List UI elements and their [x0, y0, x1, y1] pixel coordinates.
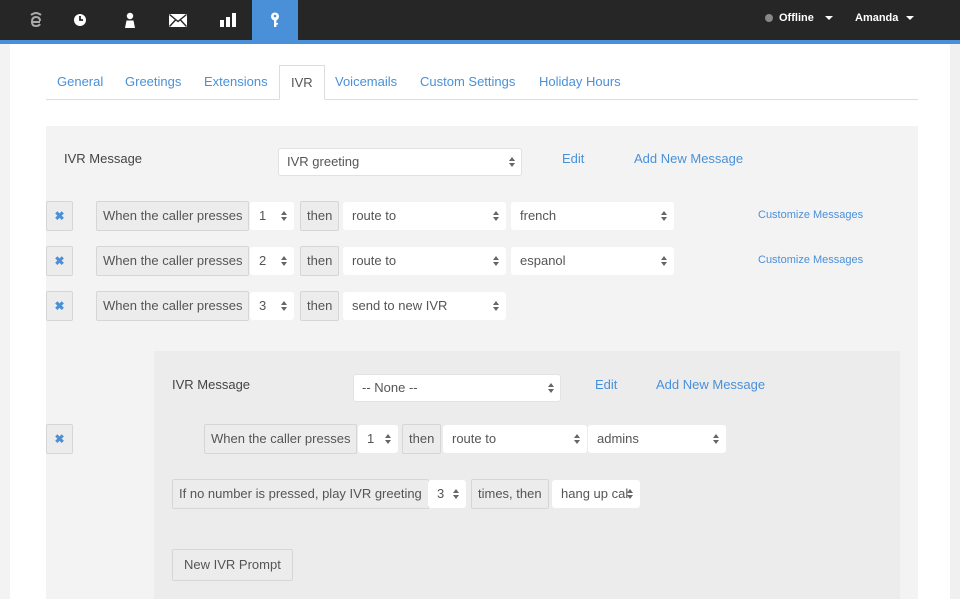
select-arrows-icon: [713, 434, 719, 445]
sub-ivr-message-select[interactable]: -- None --: [353, 374, 561, 402]
tab-general[interactable]: General: [46, 65, 114, 100]
select-arrows-icon: [627, 489, 633, 500]
select-arrows-icon: [493, 301, 499, 312]
key-icon[interactable]: [252, 0, 298, 40]
no-press-label: If no number is pressed, play IVR greeti…: [172, 479, 429, 509]
new-ivr-prompt-button[interactable]: New IVR Prompt: [172, 549, 293, 581]
target-value: admins: [597, 431, 639, 446]
caller-presses-label: When the caller presses: [96, 291, 250, 321]
clock-icon[interactable]: [58, 0, 102, 40]
action-value: route to: [352, 208, 397, 223]
status-label: Offline: [779, 12, 814, 24]
action-select[interactable]: route to: [343, 202, 506, 230]
tab-ivr[interactable]: IVR: [279, 65, 325, 100]
ivr-panel: IVR Message IVR greeting Edit Add New Me…: [46, 126, 918, 599]
ivr-message-label: IVR Message: [64, 151, 143, 166]
tab-greetings[interactable]: Greetings: [114, 65, 192, 100]
status-dot-icon: [765, 14, 773, 22]
sub-edit-message-link[interactable]: Edit: [595, 377, 617, 392]
select-arrows-icon: [574, 434, 580, 445]
select-arrows-icon: [661, 256, 667, 267]
top-navbar: Offline Amanda: [0, 0, 960, 40]
target-select[interactable]: espanol: [511, 247, 674, 275]
action-value: send to new IVR: [352, 298, 448, 313]
scrollbar-track[interactable]: [950, 44, 960, 599]
customize-messages-link[interactable]: Customize Messages: [758, 254, 863, 266]
no-press-action-select[interactable]: hang up cal: [552, 480, 640, 508]
key-select[interactable]: 3: [250, 292, 294, 320]
remove-sub-rule-button[interactable]: ✖: [46, 424, 73, 454]
close-icon: ✖: [54, 432, 65, 446]
sub-add-new-message-link[interactable]: Add New Message: [656, 377, 765, 392]
no-press-action-value: hang up cal: [561, 486, 629, 501]
select-arrows-icon: [661, 211, 667, 222]
action-value: route to: [452, 431, 497, 446]
key-select[interactable]: 1: [250, 202, 294, 230]
ivr-message-value: IVR greeting: [287, 154, 360, 169]
select-arrows-icon: [493, 256, 499, 267]
customize-messages-link[interactable]: Customize Messages: [758, 209, 863, 221]
tab-holiday-hours[interactable]: Holiday Hours: [528, 65, 632, 100]
caller-presses-label: When the caller presses: [96, 201, 250, 231]
key-value: 2: [259, 253, 267, 268]
edit-message-link[interactable]: Edit: [562, 151, 584, 166]
caller-presses-label: When the caller presses: [96, 246, 250, 276]
select-arrows-icon: [453, 489, 459, 500]
close-icon: ✖: [54, 254, 65, 268]
then-label: then: [300, 201, 340, 231]
user-menu[interactable]: Amanda: [855, 12, 915, 24]
select-arrows-icon: [493, 211, 499, 222]
page-content: General Greetings Extensions IVR Voicema…: [10, 44, 950, 599]
tab-voicemails[interactable]: Voicemails: [324, 65, 408, 100]
then-label: then: [402, 424, 442, 454]
key-select[interactable]: 2: [250, 247, 294, 275]
action-select[interactable]: route to: [443, 425, 587, 453]
add-new-message-link[interactable]: Add New Message: [634, 151, 743, 166]
ivr-message-select[interactable]: IVR greeting: [278, 148, 522, 176]
caret-down-icon: [906, 16, 915, 21]
select-arrows-icon: [509, 157, 515, 168]
sub-ivr-panel: IVR Message -- None -- Edit Add New Mess…: [154, 351, 900, 599]
select-arrows-icon: [281, 301, 287, 312]
then-label: then: [300, 246, 340, 276]
select-arrows-icon: [281, 211, 287, 222]
repeat-times-select[interactable]: 3: [428, 480, 466, 508]
target-value: french: [520, 208, 557, 223]
bar-chart-icon[interactable]: [206, 0, 250, 40]
key-value: 1: [259, 208, 267, 223]
remove-rule-button[interactable]: ✖: [46, 201, 73, 231]
key-select[interactable]: 1: [358, 425, 398, 453]
remove-rule-button[interactable]: ✖: [46, 246, 73, 276]
user-name: Amanda: [855, 12, 899, 24]
target-select[interactable]: admins: [588, 425, 726, 453]
logo-icon[interactable]: [14, 0, 58, 40]
caret-down-icon: [824, 16, 833, 20]
remove-rule-button[interactable]: ✖: [46, 291, 73, 321]
key-value: 3: [259, 298, 267, 313]
close-icon: ✖: [54, 209, 65, 223]
target-value: espanol: [520, 253, 566, 268]
target-select[interactable]: french: [511, 202, 674, 230]
status-dropdown[interactable]: Offline: [765, 12, 833, 24]
select-arrows-icon: [385, 434, 391, 445]
tab-custom-settings[interactable]: Custom Settings: [409, 65, 526, 100]
action-select[interactable]: send to new IVR: [343, 292, 506, 320]
tab-bar: General Greetings Extensions IVR Voicema…: [46, 65, 918, 100]
repeat-times-value: 3: [437, 486, 445, 501]
close-icon: ✖: [54, 299, 65, 313]
key-value: 1: [367, 431, 375, 446]
select-arrows-icon: [548, 383, 554, 394]
times-then-label: times, then: [471, 479, 549, 509]
user-icon[interactable]: [108, 0, 152, 40]
tab-extensions[interactable]: Extensions: [193, 65, 279, 100]
caller-presses-label: When the caller presses: [204, 424, 358, 454]
sub-ivr-message-value: -- None --: [362, 380, 418, 395]
action-select[interactable]: route to: [343, 247, 506, 275]
action-value: route to: [352, 253, 397, 268]
select-arrows-icon: [281, 256, 287, 267]
then-label: then: [300, 291, 340, 321]
sub-ivr-message-label: IVR Message: [172, 377, 251, 392]
mail-icon[interactable]: [156, 0, 200, 40]
